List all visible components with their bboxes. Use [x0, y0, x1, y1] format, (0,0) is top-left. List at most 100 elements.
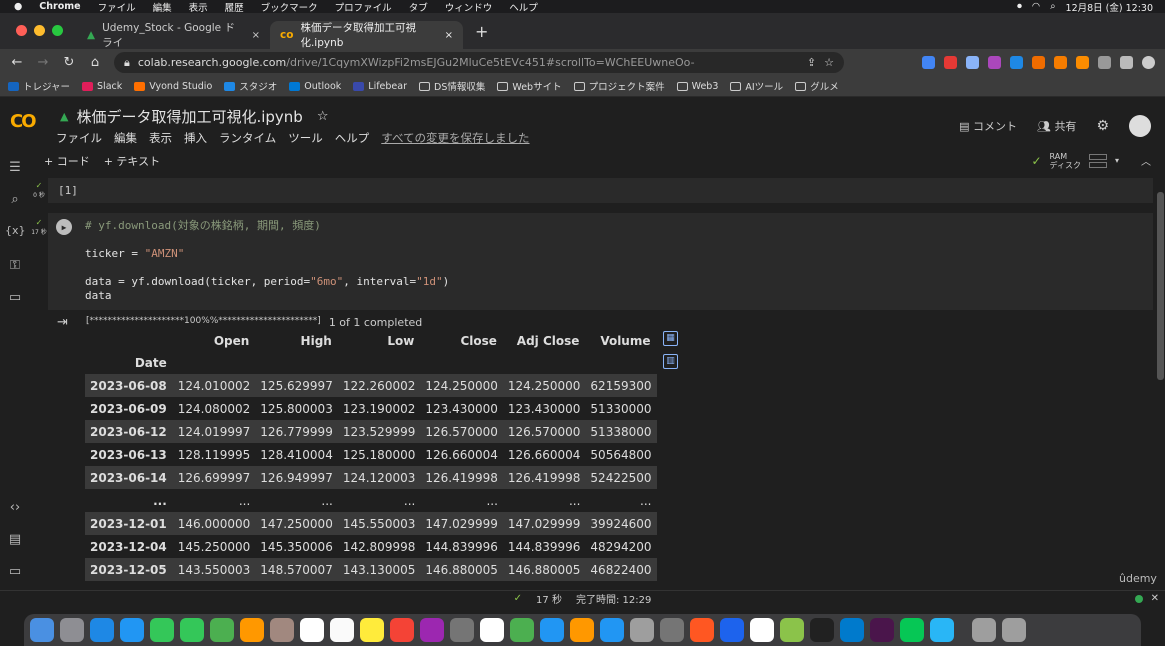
resource-monitor[interactable]: ✓ RAM ディスク ▾ ︿ [1031, 152, 1165, 170]
chart-suggest-icon[interactable]: ▥ [663, 354, 678, 369]
scrollbar[interactable] [1157, 192, 1164, 380]
forward-icon[interactable]: → [30, 55, 56, 70]
music-icon[interactable] [390, 618, 414, 642]
close-window-button[interactable] [16, 25, 27, 36]
colab-menu-edit[interactable]: 編集 [114, 130, 137, 146]
colab-menu-tools[interactable]: ツール [288, 130, 323, 146]
menu-bookmarks[interactable]: ブックマーク [261, 0, 318, 14]
settings-icon[interactable] [630, 618, 654, 642]
mail-icon[interactable] [120, 618, 144, 642]
colab-menu-runtime[interactable]: ランタイム [219, 130, 276, 146]
facetime-icon[interactable] [150, 618, 174, 642]
star-icon[interactable]: ☆ [317, 109, 329, 124]
extension-icon[interactable] [1054, 56, 1067, 69]
bookmark-item[interactable]: スタジオ [224, 79, 277, 93]
extension-icon[interactable] [1010, 56, 1023, 69]
appstore-icon[interactable] [600, 618, 624, 642]
search-icon[interactable]: ⌕ [1050, 1, 1055, 12]
help-icon[interactable] [660, 618, 684, 642]
minimize-window-button[interactable] [34, 25, 45, 36]
output-actions-icon[interactable]: ⇥ [57, 315, 68, 330]
add-text-button[interactable]: + テキスト [104, 153, 160, 169]
code-cell[interactable]: ▶ # yf.download(対象の株銘柄, 期間, 頻度) ticker =… [48, 213, 1153, 310]
menu-profile[interactable]: プロファイル [335, 0, 392, 14]
url-field[interactable]: 🔒︎ colab.research.google.com/drive/1Cqym… [114, 52, 844, 73]
menu-help[interactable]: ヘルプ [509, 0, 538, 14]
folder-icon[interactable]: ▭ [5, 290, 25, 305]
close-icon[interactable]: ✕ [1151, 593, 1159, 604]
bookmark-item[interactable]: Outlook [289, 81, 341, 92]
extension-icon[interactable] [988, 56, 1001, 69]
colab-logo[interactable]: CO [10, 111, 36, 132]
code-cell[interactable]: [1] [48, 178, 1153, 203]
extension-icon[interactable] [966, 56, 979, 69]
extension-icon[interactable] [1076, 56, 1089, 69]
brave-icon[interactable] [690, 618, 714, 642]
settings-gear-icon[interactable]: ⚙ [1096, 118, 1109, 134]
launchpad-icon[interactable] [60, 618, 84, 642]
slack-app-icon[interactable] [870, 618, 894, 642]
comment-button[interactable]: ▤ コメント [959, 118, 1017, 134]
colab-menu-help[interactable]: ヘルプ [335, 130, 370, 146]
command-palette-icon[interactable]: ▤ [5, 532, 25, 547]
photos-icon[interactable] [240, 618, 264, 642]
terminal-icon[interactable]: ▭ [5, 564, 25, 579]
finder-icon[interactable] [30, 618, 54, 642]
safari-icon[interactable] [90, 618, 114, 642]
keynote-icon[interactable] [540, 618, 564, 642]
wifi-icon[interactable]: ◠ [1032, 1, 1040, 12]
variables-icon[interactable]: {x} [5, 224, 26, 237]
bookmark-item[interactable]: Lifebear [353, 81, 407, 92]
terminal-app-icon[interactable] [810, 618, 834, 642]
puzzle-icon[interactable] [1098, 56, 1111, 69]
docker-icon[interactable] [720, 618, 744, 642]
bookmark-folder[interactable]: DS情報収集 [419, 79, 485, 93]
numbers-icon[interactable] [510, 618, 534, 642]
colab-menu-file[interactable]: ファイル [56, 130, 102, 146]
app-icon[interactable] [930, 618, 954, 642]
bookmark-folder[interactable]: Web3 [676, 81, 718, 92]
new-tab-button[interactable]: + [463, 22, 500, 49]
contacts-icon[interactable] [270, 618, 294, 642]
pages-icon[interactable] [570, 618, 594, 642]
bookmark-item[interactable]: Slack [82, 81, 122, 92]
pen-icon[interactable] [780, 618, 804, 642]
bookmark-folder[interactable]: プロジェクト案件 [573, 79, 665, 93]
extension-icon[interactable] [922, 56, 935, 69]
menu-window[interactable]: ウィンドウ [445, 0, 493, 14]
home-icon[interactable]: ⌂ [82, 55, 108, 70]
calendar-icon[interactable] [300, 618, 324, 642]
colab-menu-insert[interactable]: 挿入 [184, 130, 207, 146]
table-view-icon[interactable]: ▦ [663, 331, 678, 346]
menu-history[interactable]: 履歴 [225, 0, 244, 14]
add-code-button[interactable]: + コード [44, 153, 90, 169]
reload-icon[interactable]: ↻ [56, 55, 82, 70]
close-tab-icon[interactable]: × [252, 30, 260, 41]
profile-avatar[interactable] [1142, 56, 1155, 69]
notebook-title[interactable]: 株価データ取得加工可視化.ipynb [76, 106, 302, 127]
apple-icon[interactable]: ● [14, 1, 22, 12]
extension-icon[interactable] [944, 56, 957, 69]
maps-icon[interactable] [210, 618, 234, 642]
bookmark-folder[interactable]: グルメ [795, 79, 839, 93]
messages-icon[interactable] [180, 618, 204, 642]
help-icon[interactable] [450, 618, 474, 642]
colab-menu-view[interactable]: 表示 [149, 130, 172, 146]
podcasts-icon[interactable] [420, 618, 444, 642]
run-cell-button[interactable]: ▶ [56, 219, 72, 235]
clock[interactable]: 12月8日 (金) 12:30 [1066, 0, 1153, 14]
extension-icon[interactable] [1032, 56, 1045, 69]
account-avatar[interactable] [1129, 115, 1151, 137]
code-editor[interactable]: # yf.download(対象の株銘柄, 期間, 頻度) ticker = "… [85, 219, 449, 303]
bookmark-star-icon[interactable]: ☆ [824, 56, 834, 69]
menu-view[interactable]: 表示 [189, 0, 208, 14]
sidepanel-icon[interactable] [1120, 56, 1133, 69]
bookmark-item[interactable]: Vyond Studio [134, 81, 212, 92]
notes-icon[interactable] [360, 618, 384, 642]
record-icon[interactable]: ⏺ [1017, 1, 1022, 12]
tab-drive[interactable]: ▲ Udemy_Stock - Google ドライ × [77, 21, 270, 49]
toc-icon[interactable]: ☰ [5, 160, 25, 175]
code-snippets-icon[interactable]: ‹› [5, 500, 25, 515]
share-icon[interactable]: ⇪ [807, 56, 816, 69]
menu-file[interactable]: ファイル [98, 0, 136, 14]
